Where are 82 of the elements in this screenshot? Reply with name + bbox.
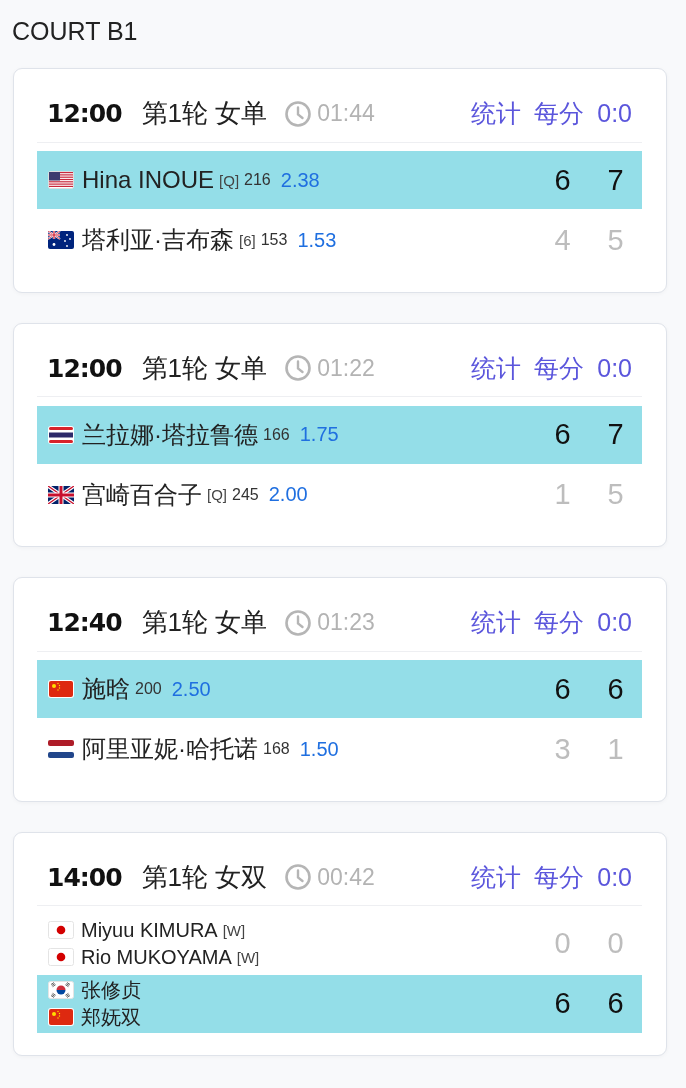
player-name: 阿里亚妮·哈托诺 [82, 734, 258, 764]
set-score: 6 [553, 987, 572, 1020]
points-link[interactable]: 每分 [534, 860, 585, 894]
player-rank: 200 [135, 680, 162, 698]
match-time: 12:00 [47, 99, 122, 128]
score-link[interactable]: 0:0 [597, 608, 632, 637]
flag-icon [48, 740, 74, 758]
seed-label: [6] [239, 231, 256, 249]
player-rank: 166 [263, 425, 290, 444]
set-score: 5 [606, 223, 625, 257]
match-duration: 01:23 [317, 609, 375, 636]
flag-icon [48, 920, 74, 940]
flag-icon [48, 485, 74, 504]
seed-label: [W] [222, 921, 246, 939]
round-label: 第1轮 女单 [141, 606, 268, 639]
betting-odds: 1.50 [299, 737, 339, 761]
set-score: 3 [553, 732, 572, 766]
player-name: Miyuu KIMURA [81, 918, 218, 942]
player-name: Rio MUKOYAMA [81, 945, 232, 969]
clock-icon [285, 100, 312, 127]
seed-label: [Q] [219, 171, 240, 189]
score-link[interactable]: 0:0 [597, 99, 632, 128]
set-score: 6 [606, 987, 625, 1020]
match-time: 12:40 [47, 608, 122, 637]
match-time: 14:00 [47, 862, 122, 892]
points-link[interactable]: 每分 [534, 606, 585, 639]
set-score: 4 [553, 223, 572, 257]
player-name: 张修贞 [81, 977, 141, 1003]
match-time: 12:00 [47, 353, 122, 383]
set-score: 7 [606, 163, 625, 197]
betting-odds: 2.50 [171, 677, 211, 701]
stats-link[interactable]: 统计 [471, 97, 522, 130]
score-link[interactable]: 0:0 [597, 862, 632, 892]
clock-icon [285, 864, 312, 890]
set-score: 0 [606, 927, 625, 960]
player-rank: 245 [232, 485, 259, 504]
player-name: 宫崎百合子 [82, 479, 202, 510]
set-score: 7 [606, 418, 625, 451]
flag-icon [48, 980, 74, 1000]
player-rank: 168 [263, 740, 290, 758]
set-score: 6 [606, 672, 625, 706]
flag-icon [48, 1007, 74, 1027]
player-name: Hina INOUE [82, 166, 215, 194]
player-name: 郑妩双 [81, 1004, 141, 1030]
betting-odds: 2.00 [268, 483, 308, 506]
betting-odds: 1.53 [297, 228, 337, 252]
flag-icon [48, 947, 74, 967]
match-duration: 01:44 [317, 100, 375, 127]
score-link[interactable]: 0:0 [597, 353, 632, 383]
set-score: 1 [606, 732, 625, 766]
seed-label: [Q] [207, 486, 227, 503]
flag-icon [48, 231, 74, 249]
player-name: 施晗 [82, 674, 130, 704]
player-name: 兰拉娜·塔拉鲁德 [82, 419, 258, 450]
player-rank: 216 [244, 171, 271, 189]
stats-link[interactable]: 统计 [471, 351, 522, 385]
set-score: 0 [553, 927, 572, 960]
set-score: 5 [606, 478, 625, 511]
round-label: 第1轮 女单 [141, 351, 268, 385]
points-link[interactable]: 每分 [534, 351, 585, 385]
flag-icon [48, 425, 74, 444]
player-name: 塔利亚·吉布森 [82, 225, 234, 255]
match-duration: 01:22 [317, 354, 375, 382]
seed-label: [W] [236, 948, 260, 966]
points-link[interactable]: 每分 [534, 97, 585, 130]
stats-link[interactable]: 统计 [471, 860, 522, 894]
set-score: 1 [553, 478, 572, 511]
set-score: 6 [553, 163, 572, 197]
set-score: 6 [553, 418, 572, 451]
round-label: 第1轮 女单 [141, 97, 268, 130]
stats-link[interactable]: 统计 [471, 606, 522, 639]
clock-icon [285, 609, 312, 636]
set-score: 6 [553, 672, 572, 706]
court-title: COURT B1 [12, 16, 138, 47]
betting-odds: 2.38 [280, 168, 320, 192]
flag-icon [48, 171, 74, 189]
flag-icon [48, 680, 74, 698]
betting-odds: 1.75 [299, 423, 339, 446]
clock-icon [285, 355, 312, 381]
round-label: 第1轮 女双 [141, 860, 268, 894]
player-rank: 153 [260, 231, 288, 249]
match-duration: 00:42 [317, 863, 375, 891]
